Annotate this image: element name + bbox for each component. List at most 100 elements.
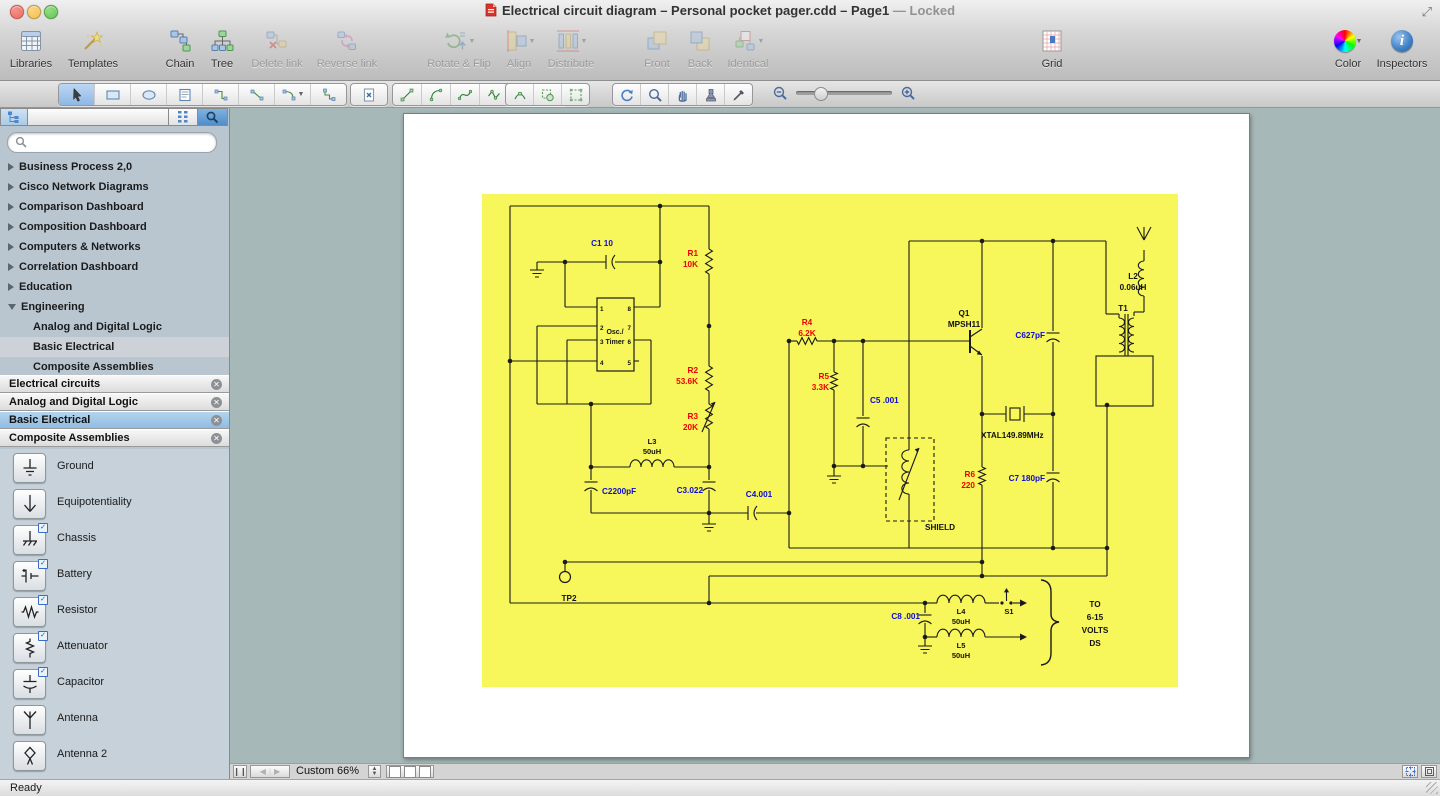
disclosure-triangle-icon[interactable]	[8, 163, 14, 171]
close-library-icon[interactable]: ✕	[211, 379, 222, 390]
tool-line[interactable]	[393, 84, 422, 105]
tool-disconnect[interactable]	[351, 84, 387, 105]
tree-item-engineering[interactable]: Engineering	[0, 297, 229, 317]
tool-refresh[interactable]	[613, 84, 641, 105]
zoom-in-icon[interactable]	[900, 85, 916, 101]
shape-preview[interactable]: ✓	[13, 597, 46, 627]
shape-item-equipotentiality[interactable]: Equipotentiality	[0, 485, 229, 521]
titlebar[interactable]: Electrical circuit diagram – Personal po…	[0, 0, 1440, 22]
page-tab[interactable]	[419, 766, 431, 778]
shape-item-chassis[interactable]: ✓Chassis	[0, 521, 229, 557]
checkbox-badge-icon[interactable]: ✓	[38, 631, 48, 641]
tree-item-correlation-dashboard[interactable]: Correlation Dashboard	[0, 257, 229, 277]
fit-page-button[interactable]	[1402, 765, 1418, 778]
tool-reshape[interactable]	[506, 84, 534, 105]
checkbox-badge-icon[interactable]: ✓	[38, 523, 48, 533]
tree-item-cisco-network-diagrams[interactable]: Cisco Network Diagrams	[0, 177, 229, 197]
shape-preview[interactable]	[13, 741, 46, 771]
tool-connector-elbow[interactable]	[203, 84, 239, 105]
tool-zoom-tool[interactable]	[641, 84, 669, 105]
shape-item-resistor[interactable]: ✓Resistor	[0, 593, 229, 629]
tree-item-composition-dashboard[interactable]: Composition Dashboard	[0, 217, 229, 237]
library-header-basic-electrical[interactable]: Basic Electrical✕	[0, 411, 229, 429]
toolbar-item-inspectors[interactable]: iInspectors	[1354, 26, 1440, 70]
actual-size-button[interactable]	[1421, 765, 1437, 778]
canvas-area[interactable]: C1 10R110K12348765Osc./TimerR253.6KR320K…	[230, 108, 1440, 763]
disclosure-triangle-icon[interactable]	[8, 203, 14, 211]
fullscreen-icon[interactable]: ⤢	[1422, 4, 1432, 20]
shape-item-ground[interactable]: Ground	[0, 449, 229, 485]
disclosure-triangle-icon[interactable]	[8, 263, 14, 271]
tree-item-analog-and-digital-logic[interactable]: Analog and Digital Logic	[0, 317, 229, 337]
document-page[interactable]: C1 10R110K12348765Osc./TimerR253.6KR320K…	[403, 113, 1250, 758]
tool-connector-direct[interactable]	[239, 84, 275, 105]
zoom-slider-track[interactable]	[796, 91, 892, 95]
shape-preview[interactable]: ✓	[13, 561, 46, 591]
tool-eyedropper[interactable]	[725, 84, 752, 105]
tool-ellipse[interactable]	[131, 84, 167, 105]
zoom-slider[interactable]	[772, 85, 916, 101]
checkbox-badge-icon[interactable]: ✓	[38, 667, 48, 677]
checkbox-badge-icon[interactable]: ✓	[38, 559, 48, 569]
zoom-level[interactable]: Custom 66%	[296, 765, 359, 777]
disclosure-triangle-icon[interactable]	[8, 223, 14, 231]
close-library-icon[interactable]: ✕	[211, 397, 222, 408]
page-tab[interactable]	[389, 766, 401, 778]
circuit-diagram[interactable]: C1 10R110K12348765Osc./TimerR253.6KR320K…	[482, 194, 1178, 687]
tree-item-business-process-2-0[interactable]: Business Process 2,0	[0, 157, 229, 177]
tool-pointer[interactable]	[59, 84, 95, 105]
zoom-stepper[interactable]: ▲▼	[368, 765, 381, 778]
page-tab[interactable]	[404, 766, 416, 778]
pause-pages-button[interactable]: ❙❙	[233, 765, 247, 778]
tree-item-composite-assemblies[interactable]: Composite Assemblies	[0, 357, 229, 377]
shape-item-antenna[interactable]: Antenna	[0, 701, 229, 737]
tree-item-education[interactable]: Education	[0, 277, 229, 297]
tree-item-comparison-dashboard[interactable]: Comparison Dashboard	[0, 197, 229, 217]
resize-grip[interactable]	[1426, 782, 1438, 794]
icon-view-button[interactable]	[169, 108, 198, 126]
tool-hand[interactable]	[669, 84, 697, 105]
shape-preview[interactable]: ✓	[13, 669, 46, 699]
shape-preview[interactable]: ✓	[13, 633, 46, 663]
zoom-out-icon[interactable]	[772, 85, 788, 101]
tool-arc[interactable]	[422, 84, 451, 105]
close-library-icon[interactable]: ✕	[211, 415, 222, 426]
tree-item-label: Computers & Networks	[19, 241, 141, 253]
tool-stamp[interactable]	[697, 84, 725, 105]
tree-view-button[interactable]	[0, 108, 28, 126]
tool-transform[interactable]	[562, 84, 589, 105]
tool-spline[interactable]	[451, 84, 480, 105]
tree-item-basic-electrical[interactable]: Basic Electrical	[0, 337, 229, 357]
page-tabs[interactable]	[386, 765, 434, 778]
tool-group-select[interactable]	[534, 84, 562, 105]
shape-preview[interactable]	[13, 705, 46, 735]
search-input[interactable]	[7, 132, 217, 153]
tree-item-computers-networks[interactable]: Computers & Networks	[0, 237, 229, 257]
disclosure-triangle-icon[interactable]	[8, 243, 14, 251]
library-header-composite-assemblies[interactable]: Composite Assemblies✕	[0, 429, 229, 447]
tool-connector-smart[interactable]	[311, 84, 346, 105]
zoom-slider-thumb[interactable]	[814, 87, 828, 101]
shape-preview[interactable]: ✓	[13, 525, 46, 555]
search-view-button[interactable]	[198, 108, 228, 126]
tool-connector-curve[interactable]: ▼	[275, 84, 311, 105]
library-header-electrical-circuits[interactable]: Electrical circuits✕	[0, 375, 229, 393]
checkbox-badge-icon[interactable]: ✓	[38, 595, 48, 605]
shape-item-battery[interactable]: ✓Battery	[0, 557, 229, 593]
library-header-analog-and-digital-logic[interactable]: Analog and Digital Logic✕	[0, 393, 229, 411]
shape-item-attenuator[interactable]: ✓Attenuator	[0, 629, 229, 665]
tool-text[interactable]	[167, 84, 203, 105]
toolbar-item-templates[interactable]: Templates	[45, 26, 141, 70]
disclosure-triangle-icon[interactable]	[8, 283, 14, 291]
toolbar-item-grid[interactable]: Grid	[1004, 26, 1100, 70]
shape-preview[interactable]	[13, 489, 46, 519]
shape-item-antenna2[interactable]: Antenna 2	[0, 737, 229, 773]
tool-rectangle[interactable]	[95, 84, 131, 105]
shape-item-capacitor[interactable]: ✓Capacitor	[0, 665, 229, 701]
shape-preview[interactable]	[13, 453, 46, 483]
disclosure-triangle-icon[interactable]	[8, 183, 14, 191]
sidebar-header-spacer[interactable]	[28, 108, 169, 126]
disclosure-triangle-icon[interactable]	[8, 304, 16, 310]
close-library-icon[interactable]: ✕	[211, 433, 222, 444]
page-nav-buttons[interactable]: ◀|▶	[250, 765, 290, 778]
